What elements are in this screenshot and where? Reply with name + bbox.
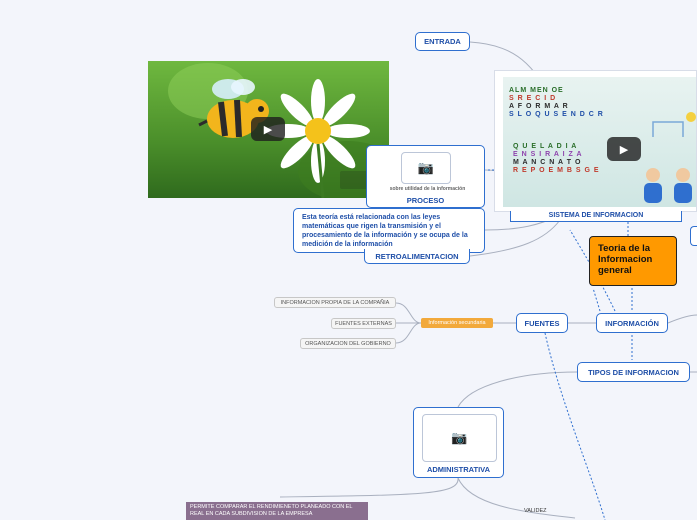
administrativa-label: ADMINISTRATIVA xyxy=(426,465,491,474)
source-item-label: FUENTES EXTERNAS xyxy=(335,320,392,327)
central-topic[interactable]: Teoria de la Informacion general xyxy=(589,236,677,286)
comparison-note[interactable]: PERMITE COMPARAR EL RENDIMIENETO PLANEAD… xyxy=(186,502,368,520)
sistema-informacion-text: SISTEMA DE INFORMACION xyxy=(548,212,644,219)
administrativa-node[interactable]: 📷 ADMINISTRATIVA xyxy=(413,407,504,478)
sistema-video-thumbnail[interactable]: ALM MEN OE S R E C I D A F O R M A R S L… xyxy=(494,70,697,212)
retroalimentacion-label: RETROALIMENTACION xyxy=(375,251,459,261)
source-item[interactable]: ORGANIZACION DEL GOBIERNO xyxy=(300,338,396,349)
video-caption-small: sobre utilidad de la información xyxy=(389,186,466,192)
informacion-label: INFORMACIÓN xyxy=(605,318,659,328)
source-item[interactable]: INFORMACION PROPIA DE LA COMPAÑIA xyxy=(274,297,396,308)
informacion-secundaria-node[interactable]: Información secundaria xyxy=(421,318,493,328)
source-item-label: ORGANIZACION DEL GOBIERNO xyxy=(305,340,391,347)
people-illustration xyxy=(644,112,696,203)
play-button-icon[interactable]: ▶ xyxy=(607,137,641,161)
source-item[interactable]: FUENTES EXTERNAS xyxy=(331,318,396,329)
entrada-label: ENTRADA xyxy=(424,37,461,46)
tipos-informacion-label: TIPOS DE INFORMACION xyxy=(588,367,679,377)
sistema-informacion-label[interactable]: SISTEMA DE INFORMACION xyxy=(510,211,682,222)
fuentes-node[interactable]: FUENTES xyxy=(516,313,568,333)
source-item-label: INFORMACION PROPIA DE LA COMPAÑIA xyxy=(280,299,390,306)
video-frame: ALM MEN OE S R E C I D A F O R M A R S L… xyxy=(503,77,696,207)
central-topic-text: Teoria de la Informacion general xyxy=(598,243,653,276)
validez-label: VALIDEZ xyxy=(524,508,547,514)
proceso-label: PROCESO xyxy=(406,196,445,205)
informacion-secundaria-label: Información secundaria xyxy=(428,320,486,326)
informacion-node[interactable]: INFORMACIÓN xyxy=(596,313,668,333)
comparison-note-text: PERMITE COMPARAR EL RENDIMIENETO PLANEAD… xyxy=(190,504,353,517)
bee-video-thumbnail[interactable]: ▶ xyxy=(148,61,389,198)
description-node[interactable]: Esta teoría está relacionada con las ley… xyxy=(293,208,485,253)
camera-icon: 📷 xyxy=(422,414,497,462)
entrada-node[interactable]: ENTRADA xyxy=(415,32,470,51)
camera-icon: 📷 xyxy=(401,152,451,184)
play-button-icon[interactable]: ▶ xyxy=(251,117,285,141)
tipos-informacion-node[interactable]: TIPOS DE INFORMACION xyxy=(577,362,690,382)
right-edge-node[interactable] xyxy=(690,226,697,246)
retroalimentacion-node[interactable]: RETROALIMENTACION xyxy=(364,249,470,264)
fuentes-label: FUENTES xyxy=(524,318,560,328)
proceso-node[interactable]: 📷 sobre utilidad de la información PROCE… xyxy=(366,145,485,208)
description-text: Esta teoría está relacionada con las ley… xyxy=(302,214,468,248)
